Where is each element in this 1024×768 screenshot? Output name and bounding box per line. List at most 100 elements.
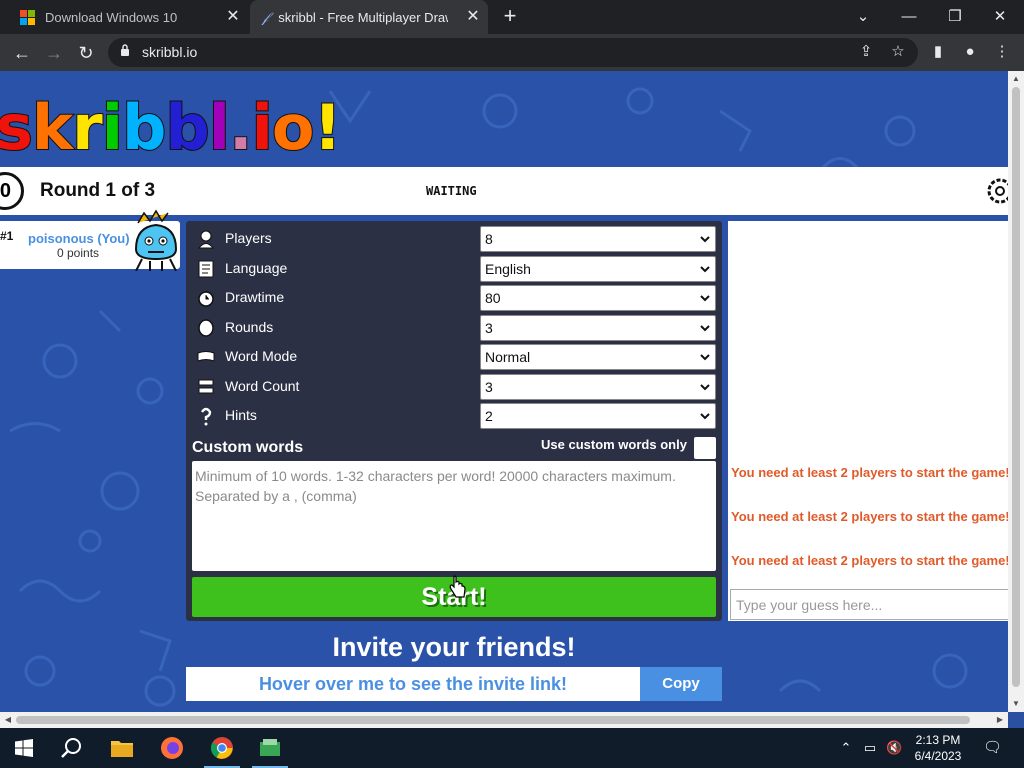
- setting-value: 3: [485, 320, 493, 336]
- firefox-button[interactable]: [148, 728, 196, 768]
- custom-words-textarea[interactable]: [192, 461, 716, 571]
- chat-guess-input[interactable]: [730, 589, 1008, 620]
- url-text: skribbl.io: [142, 44, 198, 60]
- gear-icon[interactable]: [984, 173, 1008, 209]
- setting-value: English: [485, 261, 531, 277]
- close-window-button[interactable]: ✕: [986, 4, 1014, 30]
- volume-muted-icon[interactable]: 🔇: [886, 740, 902, 756]
- setting-row-players: Players 8: [192, 226, 716, 252]
- setting-label: Rounds: [225, 319, 274, 335]
- question-icon: [201, 407, 212, 426]
- scroll-left-arrow-icon[interactable]: ◀: [0, 712, 16, 728]
- logo-letter: l: [208, 90, 231, 165]
- setting-label: Players: [225, 230, 272, 246]
- chevron-down-icon: [700, 354, 710, 361]
- close-tab-icon[interactable]: ✕: [464, 8, 482, 26]
- close-tab-icon[interactable]: ✕: [224, 8, 242, 26]
- start-menu-button[interactable]: [0, 728, 48, 768]
- search-button[interactable]: [48, 728, 96, 768]
- setting-select[interactable]: 3: [480, 315, 716, 341]
- setting-value: 80: [485, 290, 501, 306]
- network-icon[interactable]: ▭: [862, 740, 878, 756]
- windows-taskbar: ⌃ ▭ 🔇 2:13 PM 6/4/2023 🗨: [0, 728, 1024, 768]
- scrollbar-thumb[interactable]: [16, 716, 970, 724]
- logo-letter: i: [101, 90, 124, 165]
- logo-letter: !: [312, 90, 342, 165]
- chevron-up-icon[interactable]: ⌃: [838, 740, 854, 756]
- taskbar-date[interactable]: 6/4/2023: [908, 749, 968, 763]
- logo-letter: s: [0, 90, 34, 165]
- setting-select[interactable]: 3: [480, 374, 716, 400]
- chevron-down-icon: [700, 413, 710, 420]
- chrome-icon: [211, 737, 233, 759]
- tab-search-icon[interactable]: ⌄: [849, 4, 877, 30]
- logo-letter: r: [71, 90, 104, 165]
- setting-row-word-mode: Word Mode Normal: [192, 344, 716, 370]
- scroll-right-arrow-icon[interactable]: ▶: [992, 712, 1008, 728]
- logo-letter: b: [164, 90, 210, 165]
- forward-arrow-icon[interactable]: →: [40, 39, 68, 67]
- share-icon[interactable]: ⇪: [852, 38, 880, 66]
- setting-row-word-count: Word Count 3: [192, 374, 716, 400]
- player-rank: #1: [0, 229, 14, 243]
- setting-select[interactable]: 80: [480, 285, 716, 311]
- folder-icon: [111, 741, 133, 757]
- bookmark-star-icon[interactable]: ☆: [884, 38, 912, 66]
- profile-icon[interactable]: ●: [956, 38, 984, 66]
- chevron-down-icon: [700, 325, 710, 332]
- firefox-icon: [161, 737, 183, 759]
- side-panel-icon[interactable]: ▮: [924, 38, 952, 66]
- copy-invite-button[interactable]: Copy: [640, 667, 722, 701]
- timer-clock-icon: 0: [0, 172, 24, 210]
- setting-value: 2: [485, 408, 493, 424]
- skribbl-page: skribbl.io! 0 Round 1 of 3 WAITING #1 po…: [0, 71, 1008, 712]
- scroll-down-arrow-icon[interactable]: ▼: [1008, 696, 1024, 712]
- search-icon: [61, 738, 81, 758]
- setting-label: Drawtime: [225, 289, 285, 305]
- new-tab-button[interactable]: +: [498, 5, 522, 29]
- logo-letter: i: [251, 90, 274, 165]
- vertical-scrollbar[interactable]: ▲ ▼: [1008, 71, 1024, 712]
- windows-logo-icon: [20, 9, 35, 25]
- chat-box: You need at least 2 players to start the…: [728, 221, 1008, 621]
- player-name: poisonous (You): [28, 231, 130, 246]
- app-icon: [260, 739, 280, 756]
- custom-words-only-checkbox[interactable]: [694, 437, 716, 459]
- setting-select[interactable]: 2: [480, 403, 716, 429]
- setting-select[interactable]: 8: [480, 226, 716, 252]
- setting-row-hints: Hints 2: [192, 403, 716, 429]
- file-explorer-button[interactable]: [98, 728, 146, 768]
- setting-select[interactable]: Normal: [480, 344, 716, 370]
- tab-download-windows[interactable]: Download Windows 10 ✕: [8, 0, 248, 34]
- round-label: Round 1 of 3: [40, 180, 156, 201]
- scroll-up-arrow-icon[interactable]: ▲: [1008, 71, 1024, 87]
- scrollbar-thumb[interactable]: [1012, 87, 1020, 687]
- tab-skribbl[interactable]: 𝒻 skribbl - Free Multiplayer Drawin ✕: [250, 0, 488, 34]
- setting-label: Word Mode: [225, 348, 298, 364]
- invite-title: Invite your friends!: [332, 632, 576, 662]
- back-arrow-icon[interactable]: ←: [8, 39, 36, 67]
- invite-link-box[interactable]: Hover over me to see the invite link!: [186, 667, 640, 701]
- chevron-down-icon: [700, 236, 710, 243]
- player-avatar: [134, 209, 178, 271]
- notification-icon[interactable]: 🗨: [983, 740, 1002, 756]
- reload-icon[interactable]: ↻: [72, 39, 100, 67]
- chrome-button[interactable]: [198, 728, 246, 768]
- taskbar-time[interactable]: 2:13 PM: [908, 733, 968, 747]
- horizontal-scrollbar[interactable]: ◀ ▶: [0, 712, 1008, 728]
- logo-letter: .: [228, 90, 254, 165]
- menu-kebab-icon[interactable]: ⋮: [988, 38, 1016, 66]
- setting-value: 8: [485, 231, 493, 247]
- word-count-icon: [198, 379, 214, 394]
- address-bar[interactable]: skribbl.io: [108, 38, 918, 67]
- chat-message: You need at least 2 players to start the…: [731, 465, 1008, 480]
- player-card: #1 poisonous (You) 0 points: [0, 209, 180, 271]
- restore-button[interactable]: ❐: [941, 4, 969, 30]
- chat-message: You need at least 2 players to start the…: [731, 509, 1008, 524]
- app-button[interactable]: [246, 728, 294, 768]
- browser-toolbar: ← → ↻ skribbl.io ⇪ ☆ ▮ ● ⋮: [0, 34, 1024, 71]
- logo-letter: o: [271, 90, 316, 165]
- setting-select[interactable]: English: [480, 256, 716, 282]
- custom-words-only-label: Use custom words only: [541, 437, 687, 452]
- minimize-button[interactable]: —: [895, 4, 923, 30]
